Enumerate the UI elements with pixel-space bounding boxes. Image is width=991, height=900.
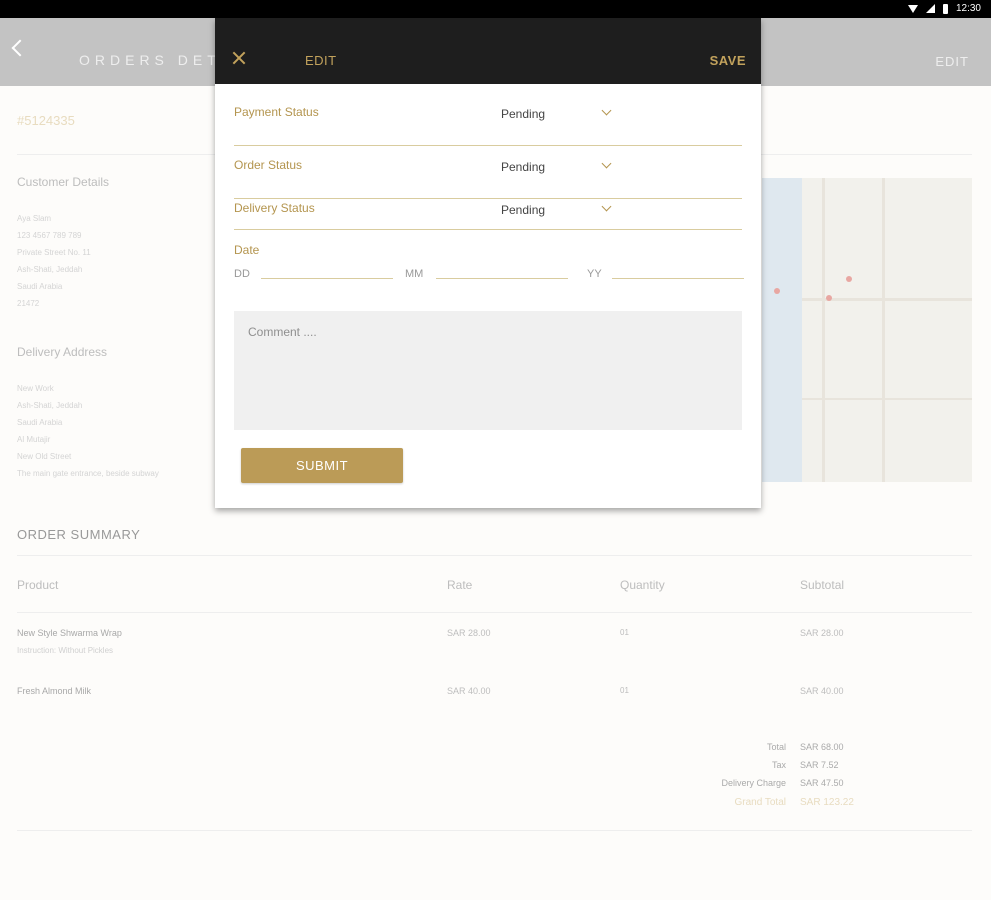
payment-status-value: Pending (501, 107, 546, 121)
order-status-label: Order Status (234, 158, 303, 172)
order-number: #5124335 (17, 113, 75, 128)
delivery-address-list: New Work Ash-Shati, Jeddah Saudi Arabia … (17, 384, 159, 478)
edit-button[interactable]: EDIT (935, 54, 969, 69)
delivery-map[interactable] (762, 178, 972, 482)
wifi-icon (907, 4, 918, 13)
close-icon[interactable] (232, 51, 246, 65)
submit-button[interactable]: SUBMIT (241, 448, 403, 483)
edit-dialog: EDIT SAVE Payment Status Pending Order S… (215, 18, 761, 508)
chevron-down-icon[interactable] (601, 201, 612, 212)
battery-icon (942, 3, 948, 14)
date-dd-input[interactable] (261, 278, 393, 279)
date-mm-input[interactable] (436, 278, 568, 279)
signal-icon (925, 4, 935, 13)
date-yy-label: YY (587, 268, 602, 280)
delivery-status-label: Delivery Status (234, 201, 315, 215)
order-status-value: Pending (501, 160, 546, 174)
back-arrow-icon[interactable] (11, 39, 29, 57)
status-time: 12:30 (955, 3, 981, 14)
save-button[interactable]: SAVE (710, 53, 746, 68)
delivery-status-select[interactable]: Delivery Status Pending (234, 201, 742, 230)
chevron-down-icon[interactable] (601, 158, 612, 169)
dialog-header: EDIT SAVE (215, 18, 761, 84)
order-summary-heading: ORDER SUMMARY (17, 527, 141, 542)
date-dd-label: DD (234, 268, 250, 280)
delivery-address-heading: Delivery Address (17, 345, 108, 359)
column-subtotal: Subtotal (800, 578, 845, 592)
status-bar: 12:30 (0, 0, 991, 18)
map-pin-icon (826, 295, 832, 301)
delivery-status-value: Pending (501, 203, 546, 217)
customer-details-list: Aya Slam 123 4567 789 789 Private Street… (17, 214, 91, 308)
date-mm-label: MM (405, 268, 424, 280)
column-quantity: Quantity (620, 578, 665, 592)
map-pin-icon (846, 276, 852, 282)
date-yy-input[interactable] (612, 278, 744, 279)
payment-status-label: Payment Status (234, 105, 319, 119)
comment-input[interactable] (234, 311, 742, 430)
map-pin-icon (774, 288, 780, 294)
dialog-title: EDIT (305, 53, 337, 68)
column-rate: Rate (447, 578, 473, 592)
column-product: Product (17, 578, 59, 592)
chevron-down-icon[interactable] (601, 105, 612, 116)
date-label: Date (234, 243, 260, 257)
customer-details-heading: Customer Details (17, 175, 110, 189)
order-status-select[interactable]: Order Status Pending (234, 158, 742, 199)
payment-status-select[interactable]: Payment Status Pending (234, 105, 742, 146)
